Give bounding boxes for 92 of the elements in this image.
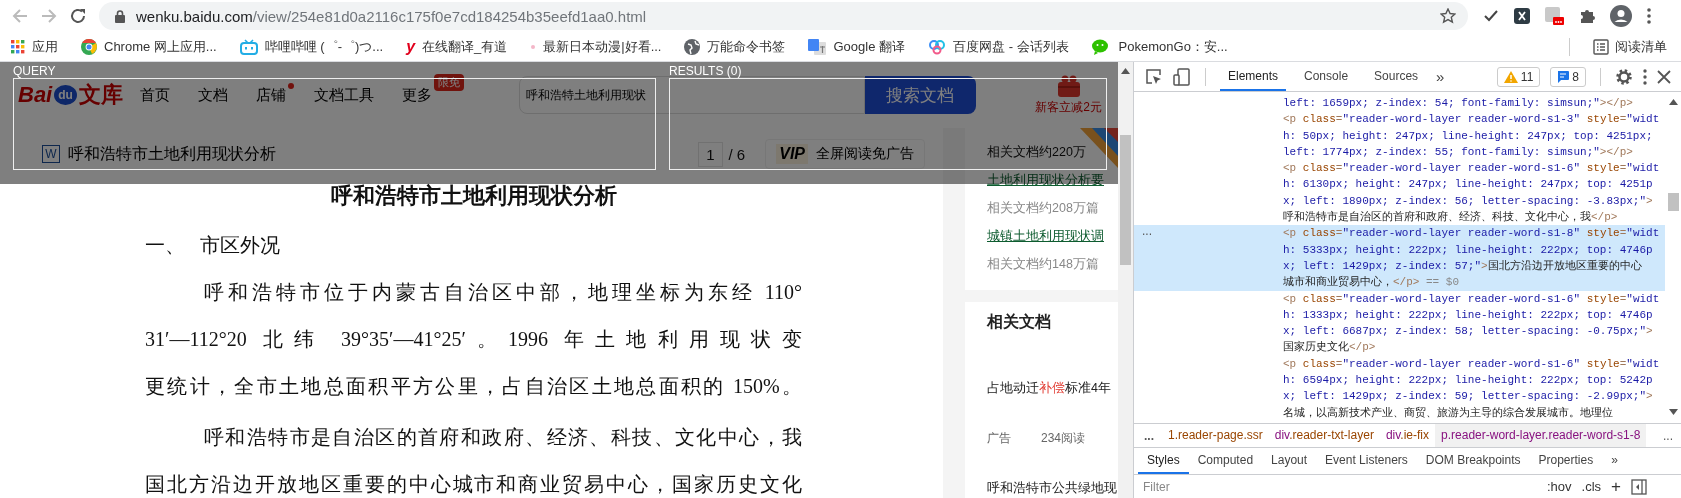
query-label: QUERY — [13, 64, 57, 78]
breadcrumb[interactable]: div.ie-fix — [1379, 424, 1435, 447]
nav-link[interactable]: 文档工具 — [313, 85, 374, 105]
promo-text: 新客立减2元 — [1035, 98, 1102, 116]
dom-node[interactable]: left: 1659px; z-index: 54; font-family: simsun;"></p> — [1134, 95, 1665, 112]
document-title: 呼和浩特市土地利用现状分析 — [68, 143, 277, 164]
code-line: <p class="reader-word-layer reader-word-s1-6" style="widt — [1283, 161, 1660, 177]
section-number: 一、 — [145, 233, 186, 258]
dom-node[interactable]: <p class="reader-word-layer reader-word-s1-6" style="widt h: 1333px; height: 222px; line-height: 222px; top: 4746p x; left: 6687px; z-index: 58; letter-spacing: -0.75px;"> 国家历史文化</p> — [1134, 290, 1665, 356]
code-line: 城市和商业贸易中心，</p> == $0 — [1283, 275, 1460, 291]
doc-link[interactable]: 城镇土地利用现状调 — [987, 222, 1104, 250]
panel-tab[interactable]: Console — [1296, 62, 1357, 91]
code-line: 呼和浩特市是自治区的首府和政府、经济、科技、文化中心，我</p> — [1283, 210, 1619, 226]
code-line: <p class="reader-word-layer reader-word-s1-3" style="widt — [1283, 112, 1660, 128]
code-line: h: 1333px; height: 222px; line-height: 222px; top: 4746p — [1283, 307, 1654, 323]
reading-list-button[interactable]: 阅读清单 — [1593, 37, 1667, 56]
document-heading: 呼和浩特市土地利用现状分析 — [329, 184, 618, 208]
ad-label: 广告 — [987, 430, 1011, 447]
nav-link[interactable]: 店铺 — [255, 85, 286, 105]
text-line: 呼和浩特市位于内蒙古自治区中部，地理坐标为东经 110° — [203, 280, 802, 305]
url-text: wenku.baidu.com/view/254e81d0a2116c175f0e7cd184254b35eefd1aa0.html — [136, 7, 647, 25]
node-actions-button[interactable]: ... — [1142, 225, 1152, 238]
bookmark[interactable]: 应用 — [11, 37, 58, 56]
code-line: <p class="reader-word-layer reader-word-s1-6" style="widt — [1283, 356, 1660, 372]
code-line: h: 6594px; height: 222px; line-height: 222px; top: 5242p — [1283, 373, 1654, 389]
text-line: 31′—112°20 北纬 39°35′—41°25′。1996 年土地利用现状变 — [145, 327, 802, 352]
site-logo: y — [406, 38, 416, 55]
results-label: RESULTS (0) — [669, 64, 743, 78]
code-line: h: 50px; height: 247px; line-height: 247px; top: 4251px; — [1283, 128, 1654, 144]
code-line: x; left: 6687px; z-index: 58; letter-spacing: -0.75px;"> — [1283, 324, 1654, 340]
address-bar[interactable]: wenku.baidu.com/view/254e81d0a2116c175f0e7cd184254b35eefd1aa0.html — [99, 2, 1468, 30]
more-tabs-button[interactable]: » — [1436, 68, 1445, 85]
card-title: 相关文档 — [987, 312, 1052, 332]
bookmark[interactable]: 最新日本动漫|好看... — [530, 37, 662, 56]
text-line: 国北方沿边开放地区重要的中心城市和商业贸易中心，国家历史文化 — [145, 472, 802, 497]
bookmark[interactable]: Chrome 网上应用... — [81, 37, 217, 56]
code-line: x; left: 1890px; z-index: 56; letter-spacing: -3.83px;"> — [1283, 193, 1654, 209]
breadcrumb[interactable]: div.reader-txt-layer — [1268, 424, 1380, 447]
doc-count: 相关文档约148万篇 — [987, 256, 1099, 273]
bookmark[interactable]: PokemonGo：安... — [1091, 37, 1228, 56]
pane-tab[interactable]: DOM Breakpoints — [1416, 448, 1530, 474]
code-line: h: 5333px; height: 222px; line-height: 222px; top: 4746p — [1283, 242, 1654, 258]
text-line: 呼和浩特市是自治区的首府和政府、经济、科技、文化中心，我 — [203, 425, 802, 450]
site-logo[interactable]: Bai du 文库 — [18, 80, 123, 110]
more-crumbs-button[interactable]: ... — [1653, 428, 1681, 443]
warnings-counter[interactable]: 11 — [1496, 66, 1541, 87]
pane-tab[interactable]: Layout — [1262, 448, 1317, 474]
pane-tab[interactable]: Properties — [1529, 448, 1603, 474]
bookmark[interactable]: y 在线翻译_有道 — [406, 37, 508, 56]
read-count: 234阅读 — [1041, 430, 1086, 447]
bookmark[interactable]: Google 翻译 — [808, 37, 906, 56]
doc-link[interactable]: 占地动迁补偿标准4年 — [987, 363, 1111, 413]
class-button[interactable]: .cls — [1581, 479, 1602, 494]
word-file-icon: W — [42, 145, 60, 163]
bookmark[interactable]: 万能命令书签 — [684, 37, 786, 56]
code-line: x; left: 1429px; z-index: 59; letter-spacing: -2.99px;"> — [1283, 389, 1654, 405]
code-line: h: 6130px; height: 247px; line-height: 247px; top: 4251p — [1283, 177, 1654, 193]
hover-state-button[interactable]: :hov — [1547, 479, 1572, 494]
pane-tab[interactable]: Styles — [1138, 448, 1189, 474]
bookmark[interactable]: 百度网盘 - 会话列表 — [928, 37, 1069, 56]
page-count: / 6 — [728, 145, 746, 163]
panel-tab[interactable]: Elements — [1220, 62, 1287, 91]
nav-link[interactable]: 文档 — [197, 85, 228, 105]
text-line: 更统计，全市土地总面积平方公里，占自治区土地总面积的 150%。 — [145, 374, 802, 399]
code-line: <p class="reader-word-layer reader-word-s1-8" style="widt — [1283, 226, 1660, 242]
code-line: 名城，以高新技术产业、商贸、旅游为主导的综合发展城市。地理位 — [1283, 405, 1614, 421]
dom-node[interactable]: ... <p class="reader-word-layer reader-word-s1-8" style="widt h: 5333px; height: 222px; line-height: 222px; top: 4746p x; left: 1429px; z-index: 57;">国北方沿边开放地区重要的中心 城市和商业贸易中心，</p> == $0 — [1134, 225, 1665, 291]
panel-tab[interactable]: Sources — [1366, 62, 1427, 91]
dom-node[interactable]: <p class="reader-word-layer reader-word-s1-3" style="widt h: 50px; height: 247px; line-height: 247px; top: 4251px; left: 1774px; z-index: 55; font-family: simsun;"></p> — [1134, 111, 1665, 161]
bookmark[interactable]: 哔哩哔哩 (゜-゜)つ... — [239, 37, 384, 56]
doc-link[interactable]: 土地利用现状分析要 — [987, 166, 1104, 194]
code-line: left: 1659px; z-index: 54; font-family: simsun;"></p> — [1283, 96, 1633, 111]
doc-link[interactable]: 呼和浩特市公共绿地现 — [987, 463, 1117, 498]
pane-tab[interactable]: Computed — [1188, 448, 1263, 474]
code-line: 国家历史文化</p> — [1283, 340, 1377, 356]
doc-count: 相关文档约220万 — [987, 144, 1086, 161]
doc-count: 相关文档约208万篇 — [987, 200, 1099, 217]
more-tabs-button[interactable]: » — [1602, 448, 1627, 474]
breadcrumb[interactable]: 1.reader-page.ssr — [1162, 424, 1269, 447]
breadcrumb[interactable]: p.reader-word-layer.reader-word-s1-8 — [1435, 424, 1647, 447]
code-line: left: 1774px; z-index: 55; font-family: simsun;"></p> — [1283, 144, 1634, 160]
pane-tab[interactable]: Event Listeners — [1316, 448, 1417, 474]
section-heading: 市区外况 — [200, 233, 280, 258]
new-rule-button[interactable]: + — [1611, 476, 1621, 497]
vip-button[interactable]: VIP 全屏阅读免广告 — [765, 139, 925, 169]
search-button[interactable]: 搜索文档 — [864, 76, 976, 114]
code-line: <p class="reader-word-layer reader-word-s1-6" style="widt — [1283, 291, 1660, 307]
nav-link[interactable]: 首页 — [139, 85, 170, 105]
page-input[interactable]: 1 — [698, 141, 723, 167]
messages-counter[interactable]: 8 — [1550, 66, 1586, 87]
more-crumbs-button[interactable]: ... — [1134, 428, 1162, 443]
code-line: x; left: 1429px; z-index: 57;">国北方沿边开放地区重要的中心 — [1283, 258, 1643, 274]
